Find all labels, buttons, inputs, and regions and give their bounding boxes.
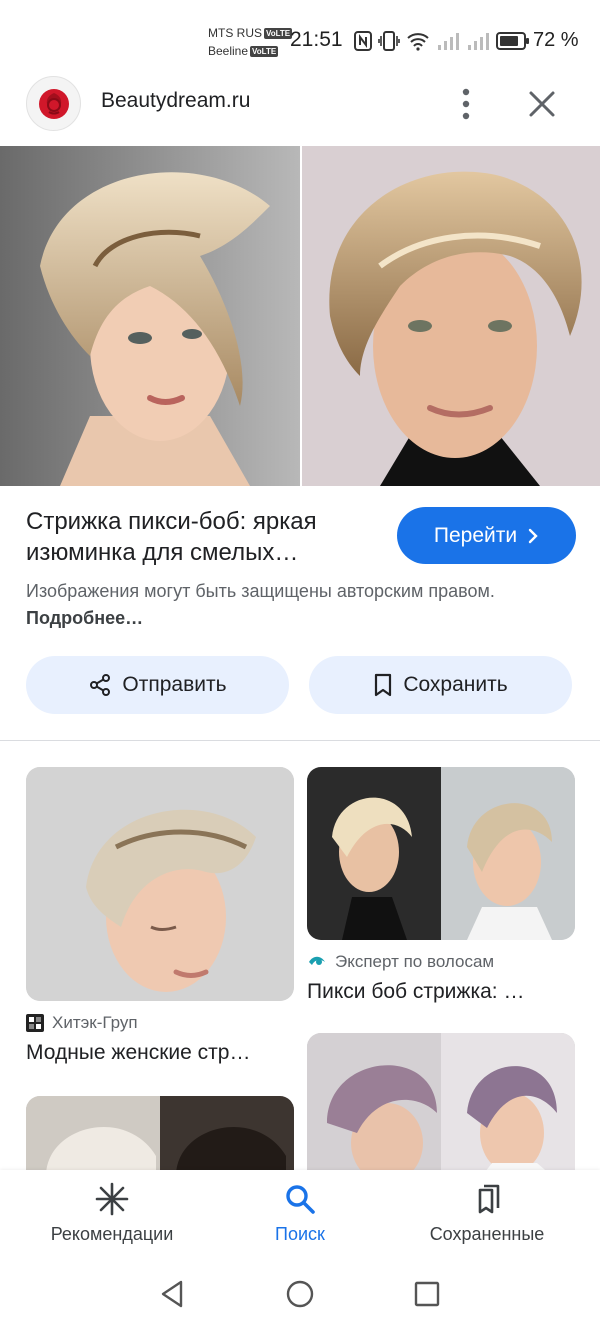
hair-expert-logo-icon <box>309 956 325 965</box>
related-source-1: Хитэк-Груп <box>26 1013 138 1033</box>
visit-button[interactable]: Перейти <box>397 507 576 564</box>
asterisk-icon <box>95 1182 129 1216</box>
nfc-icon <box>354 31 372 51</box>
wifi-icon <box>407 33 429 51</box>
save-button-label: Сохранить <box>403 673 508 696</box>
related-thumbnail-1[interactable] <box>26 767 294 1001</box>
nav-saved[interactable]: Сохраненные <box>424 1182 550 1245</box>
nav-label: Поиск <box>275 1224 325 1244</box>
site-favicon <box>26 76 81 131</box>
nav-label: Рекомендации <box>50 1224 174 1244</box>
home-icon[interactable] <box>285 1279 315 1309</box>
bottom-navigation: Рекомендации Поиск Сохраненные <box>0 1170 600 1265</box>
related-thumbnail-4[interactable] <box>307 1033 575 1176</box>
image-title[interactable]: Стрижка пикси-боб: яркая изюминка для см… <box>26 506 376 568</box>
chevron-right-icon <box>528 528 538 543</box>
signal-2-icon <box>468 33 489 50</box>
related-caption-1[interactable]: Модные женские стр… <box>26 1041 250 1065</box>
related-source-name: Эксперт по волосам <box>335 952 495 971</box>
status-icons <box>354 30 530 52</box>
search-icon <box>286 1185 315 1214</box>
nav-recommendations[interactable]: Рекомендации <box>44 1182 180 1245</box>
clock: 21:51 <box>290 28 343 51</box>
volte-badge: VoLTE <box>264 28 293 39</box>
battery-percentage: 72 % <box>533 29 579 51</box>
hero-photo <box>0 146 600 486</box>
close-icon <box>529 91 555 117</box>
close-button[interactable] <box>522 84 562 124</box>
nav-label: Сохраненные <box>429 1224 545 1244</box>
visit-button-label: Перейти <box>433 523 518 547</box>
rose-logo-icon <box>38 88 69 119</box>
volte-badge: VoLTE <box>250 46 279 57</box>
status-bar: MTS RUS VoLTE Beeline VoLTE 21:51 72 % <box>0 0 600 70</box>
more-options-button[interactable] <box>448 84 484 124</box>
learn-more-link[interactable]: Подробнее… <box>26 608 143 628</box>
related-photo-1 <box>26 767 294 1001</box>
site-name[interactable]: Beautydream.ru <box>101 89 250 113</box>
share-icon <box>90 674 111 696</box>
bookmark-icon <box>375 673 392 697</box>
battery-icon <box>496 32 529 50</box>
related-photo-2 <box>307 767 575 940</box>
back-icon[interactable] <box>159 1279 185 1309</box>
signal-1-icon <box>438 33 459 50</box>
related-thumbnail-3[interactable] <box>26 1096 294 1176</box>
system-navigation-bar <box>0 1265 600 1325</box>
recents-icon[interactable] <box>414 1281 440 1307</box>
main-image[interactable] <box>0 146 600 486</box>
related-thumbnail-2[interactable] <box>307 767 575 940</box>
related-source-name: Хитэк-Груп <box>52 1013 138 1032</box>
carrier-2: Beeline <box>208 44 249 58</box>
save-button[interactable]: Сохранить <box>309 656 572 714</box>
carrier-1: MTS RUS <box>208 26 262 40</box>
more-vert-icon <box>462 88 470 120</box>
copyright-text: Изображения могут быть защищены авторски… <box>26 581 495 601</box>
related-photo-4 <box>307 1033 575 1176</box>
vibrate-icon <box>378 31 400 51</box>
hitek-logo-icon <box>26 1014 44 1032</box>
related-source-2: Эксперт по волосам <box>307 952 494 972</box>
share-button-label: Отправить <box>122 673 227 696</box>
related-caption-2[interactable]: Пикси боб стрижка: … <box>307 980 524 1004</box>
section-divider <box>0 740 600 741</box>
nav-search[interactable]: Поиск <box>262 1182 338 1245</box>
saved-collections-icon <box>478 1184 500 1214</box>
carrier-info: MTS RUS VoLTE Beeline VoLTE <box>208 24 293 60</box>
copyright-notice: Изображения могут быть защищены авторски… <box>26 578 546 632</box>
related-photo-3 <box>26 1096 294 1176</box>
share-button[interactable]: Отправить <box>26 656 289 714</box>
